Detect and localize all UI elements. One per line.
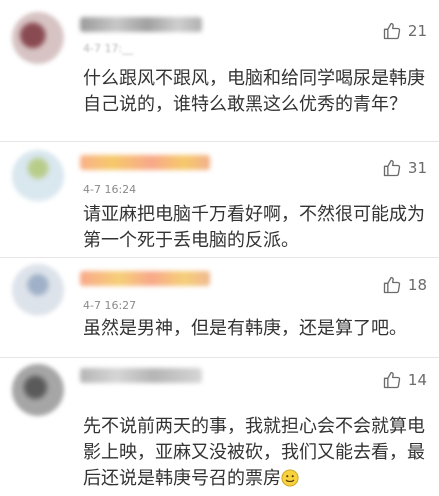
like-count: 14 (407, 371, 427, 389)
username[interactable] (80, 155, 210, 170)
thumbs-up-icon (382, 21, 402, 41)
timestamp: 4-7 17:__ (83, 42, 134, 55)
like-button[interactable]: 14 (382, 370, 427, 390)
comment-text: 先不说前两天的事，我就担心会不会就算电影上映，亚麻又没被砍，我们又能去看，最后还… (83, 414, 428, 492)
comment-text: 什么跟风不跟风，电脑和给同学喝尿是韩庚自己说的，谁特么敢黑这么优秀的青年？ (83, 68, 425, 115)
like-count: 31 (407, 159, 427, 177)
timestamp: 4-7 16:27 (83, 299, 137, 312)
username[interactable] (80, 368, 202, 383)
username[interactable] (80, 271, 210, 286)
comment-text-body: 先不说前两天的事，我就担心会不会就算电影上映，亚麻又没被砍，我们又能去看，最后还… (83, 416, 425, 489)
like-count: 18 (407, 276, 427, 294)
comment-item: 4-7 16:27 18 虽然是男神，但是有韩庚，还是算了吧。 (0, 258, 439, 358)
like-button[interactable]: 18 (382, 275, 427, 295)
like-count: 21 (407, 22, 427, 40)
comment-text: 虽然是男神，但是有韩庚，还是算了吧。 (83, 318, 407, 339)
comment-item: 4-7 16:24 31 请亚麻把电脑千万看好啊，不然很可能成为第一个死于丢电脑… (0, 142, 439, 258)
avatar[interactable] (12, 150, 64, 202)
comment-item: 4-7 17:__ 21 什么跟风不跟风，电脑和给同学喝尿是韩庚自己说的，谁特么… (0, 0, 439, 140)
comment-item: 14 先不说前两天的事，我就担心会不会就算电影上映，亚麻又没被砍，我们又能去看，… (0, 358, 439, 496)
avatar[interactable] (12, 12, 64, 64)
timestamp: 4-7 16:24 (83, 183, 137, 196)
thumbs-up-icon (382, 275, 402, 295)
like-button[interactable]: 31 (382, 158, 427, 178)
avatar[interactable] (12, 364, 64, 416)
like-button[interactable]: 21 (382, 21, 427, 41)
thumbs-up-icon (382, 158, 402, 178)
smiley-emoji-icon (281, 469, 299, 487)
comment-text: 请亚麻把电脑千万看好啊，不然很可能成为第一个死于丢电脑的反派。 (83, 204, 425, 251)
username[interactable] (80, 17, 202, 32)
thumbs-up-icon (382, 370, 402, 390)
avatar[interactable] (12, 264, 64, 316)
